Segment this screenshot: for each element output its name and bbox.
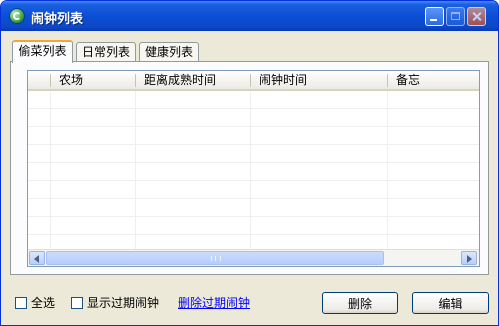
table-row[interactable] [28, 145, 479, 163]
table-row[interactable] [28, 199, 479, 217]
edit-button[interactable]: 编辑 [412, 292, 489, 314]
window-title: 闹钟列表 [31, 12, 84, 27]
table-row[interactable] [28, 127, 479, 145]
tab-daily[interactable]: 日常列表 [76, 42, 136, 62]
table-row[interactable] [28, 91, 479, 109]
show-expired-checkbox[interactable] [71, 297, 83, 309]
delete-expired-link[interactable]: 删除过期闹钟 [178, 295, 250, 311]
delete-button[interactable]: 删除 [322, 292, 398, 314]
close-button[interactable] [467, 7, 486, 26]
alarm-list-window: 闹钟列表 偷菜列表 日常列表 健康列表 农场 距离成熟时间 闹钟时间 备忘 全选… [0, 0, 499, 326]
show-expired-label[interactable]: 显示过期闹钟 [87, 295, 159, 311]
scroll-right-arrow-icon[interactable] [461, 251, 477, 265]
scroll-left-arrow-icon[interactable] [29, 251, 45, 265]
grid-line [387, 91, 388, 249]
scrollbar-thumb[interactable] [46, 251, 384, 265]
header-farm[interactable]: 农场 [51, 71, 135, 89]
minimize-button[interactable] [425, 7, 444, 26]
horizontal-scrollbar[interactable] [28, 249, 479, 266]
select-all-label[interactable]: 全选 [31, 295, 55, 311]
table-header: 农场 距离成熟时间 闹钟时间 备忘 [28, 71, 479, 91]
grid-line [250, 91, 251, 249]
title-bar[interactable]: 闹钟列表 [1, 1, 498, 31]
header-memo[interactable]: 备忘 [388, 71, 479, 89]
header-select-column[interactable] [28, 71, 50, 89]
table-row[interactable] [28, 181, 479, 199]
tab-panel: 农场 距离成熟时间 闹钟时间 备忘 [10, 61, 489, 275]
header-alarm-time[interactable]: 闹钟时间 [251, 71, 387, 89]
tab-health[interactable]: 健康列表 [139, 42, 199, 62]
table-row[interactable] [28, 163, 479, 181]
alarm-table[interactable]: 农场 距离成熟时间 闹钟时间 备忘 [27, 70, 480, 267]
grid-line [50, 91, 51, 249]
maximize-button[interactable] [446, 7, 465, 26]
header-time-to-mature[interactable]: 距离成熟时间 [136, 71, 250, 89]
table-row[interactable] [28, 109, 479, 127]
grid-line [135, 91, 136, 249]
tab-steal-vegetables[interactable]: 偷菜列表 [12, 40, 73, 63]
table-row[interactable] [28, 217, 479, 235]
app-icon [9, 8, 25, 24]
select-all-checkbox[interactable] [15, 297, 27, 309]
